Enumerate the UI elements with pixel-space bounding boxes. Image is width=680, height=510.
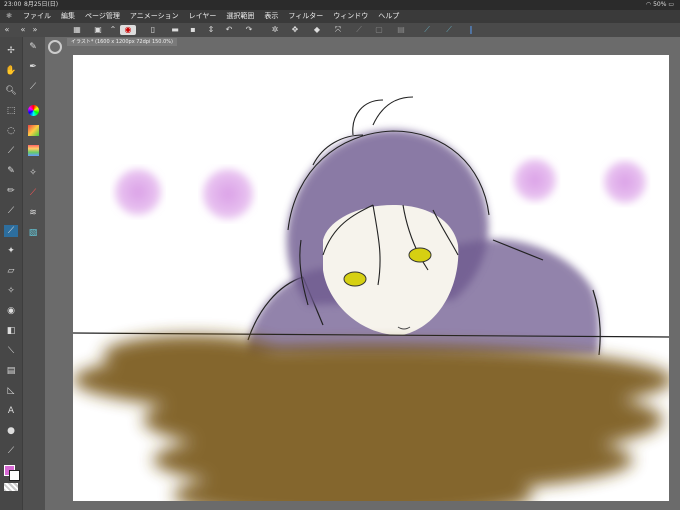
pen-icon[interactable]: ✎: [4, 165, 18, 177]
menu-filter[interactable]: フィルター: [283, 10, 328, 23]
grid-menu-icon[interactable]: ▦: [72, 25, 82, 35]
app-logo-icon[interactable]: ❃: [0, 10, 18, 23]
bokeh-dot-1: [115, 169, 161, 215]
brush-icon[interactable]: ⟋: [4, 205, 18, 217]
menu-page[interactable]: ページ管理: [80, 10, 125, 23]
drawing-canvas[interactable]: [73, 55, 669, 501]
menu-animation[interactable]: アニメーション: [125, 10, 184, 23]
bokeh-dot-2: [203, 169, 253, 219]
blend-icon[interactable]: ✧: [4, 285, 18, 297]
transparent-color-swatch[interactable]: [4, 483, 18, 491]
figure-icon[interactable]: ⟍: [4, 345, 18, 357]
sub-tool-column: ✎ ✒ ⟋ ✧ ⟋ ≋ ▧: [22, 37, 45, 510]
zoom-icon[interactable]: 🔍︎: [4, 85, 18, 97]
ruler-tool-icon[interactable]: ◺: [4, 385, 18, 397]
menu-file[interactable]: ファイル: [18, 10, 56, 23]
redo-icon[interactable]: ↷: [244, 25, 254, 35]
menu-layer[interactable]: レイヤー: [184, 10, 222, 23]
spinner-icon[interactable]: ✲: [270, 25, 280, 35]
zoom-dial-icon[interactable]: [48, 40, 62, 54]
window-icon[interactable]: ▣: [93, 25, 103, 35]
disabled-tool-icon-1: ⟋: [356, 25, 362, 34]
ruler-icon[interactable]: ⟋: [422, 25, 432, 35]
expand-right-icon[interactable]: »: [30, 25, 40, 35]
move-layer-icon[interactable]: ✢: [4, 45, 18, 57]
disabled-tool-icon-2: ▢: [375, 25, 383, 34]
airbrush-icon[interactable]: ⟋: [4, 225, 18, 237]
color-wheel-icon[interactable]: [28, 105, 39, 116]
sort-icon[interactable]: ⇕: [206, 25, 216, 35]
eyedropper-icon[interactable]: ⟋: [4, 145, 18, 157]
undo-icon[interactable]: ↶: [224, 25, 234, 35]
chevron-icon[interactable]: ⌃: [108, 25, 118, 35]
illustration: [73, 96, 669, 501]
decoration-icon[interactable]: ✦: [4, 245, 18, 257]
bokeh-dot-4: [604, 161, 646, 203]
open-folder-icon[interactable]: ▬: [170, 25, 180, 35]
document-tab[interactable]: イラスト* (1600 x 1200px 72dpi 150.0%): [67, 38, 177, 46]
menu-view[interactable]: 表示: [259, 10, 283, 23]
pen-pressure-icon[interactable]: ❙: [466, 25, 476, 35]
record-icon[interactable]: ◉: [120, 25, 136, 35]
hand-icon[interactable]: ✋: [4, 65, 18, 77]
dropper-sub-icon[interactable]: ✧: [26, 167, 40, 179]
sub-tool-pen-icon[interactable]: ✎: [26, 41, 40, 53]
table-surface: [73, 335, 669, 501]
menu-window[interactable]: ウィンドウ: [328, 10, 373, 23]
move-icon[interactable]: ✥: [290, 25, 300, 35]
new-file-icon[interactable]: ▯: [148, 25, 158, 35]
brush-guide-icon[interactable]: ⟋: [444, 25, 454, 35]
sub-tool-marker-icon[interactable]: ✒: [26, 61, 40, 73]
menu-help[interactable]: ヘルプ: [373, 10, 404, 23]
status-right: ◠ 50% ▭: [646, 0, 674, 10]
navigator-icon[interactable]: ▧: [26, 227, 40, 239]
gradient-icon[interactable]: ◧: [4, 325, 18, 337]
menu-selection[interactable]: 選択範囲: [221, 10, 259, 23]
balloon-icon[interactable]: ●: [4, 425, 18, 437]
sub-color-swatch[interactable]: [9, 470, 20, 481]
right-eye: [408, 247, 432, 263]
left-eye: [343, 271, 367, 287]
intermediate-color-icon[interactable]: [28, 125, 39, 136]
eraser-tool-icon[interactable]: ▱: [4, 265, 18, 277]
brush-size-icon[interactable]: ⟋: [26, 187, 40, 199]
layer-stack-icon[interactable]: ≋: [26, 207, 40, 219]
collapse-left-icon[interactable]: «: [2, 25, 12, 35]
ios-status-bar: 23:00 8月25日(日) ◠ 50% ▭: [0, 0, 680, 10]
command-bar: « « » ▦ ▣ ⌃ ◉ ▯ ▬ ▪ ⇕ ↶ ↷ ✲ ✥ ◆ ⤧ ⟋ ▢ ▤ …: [0, 23, 680, 58]
collapse-left-icon-2[interactable]: «: [18, 25, 28, 35]
text-icon[interactable]: A: [4, 405, 18, 417]
frame-icon[interactable]: ▤: [4, 365, 18, 377]
wifi-icon: ◠: [645, 1, 652, 8]
fill-icon[interactable]: ◉: [4, 305, 18, 317]
save-icon[interactable]: ▪: [188, 25, 198, 35]
status-time: 23:00: [4, 1, 22, 8]
status-date: 8月25日(日): [24, 1, 59, 8]
menu-bar: ❃ ファイル 編集 ページ管理 アニメーション レイヤー 選択範囲 表示 フィル…: [0, 10, 680, 23]
lasso-icon[interactable]: ◌: [4, 125, 18, 137]
battery-icon: ▭: [668, 1, 674, 8]
battery-level: 50%: [653, 1, 667, 8]
menu-edit[interactable]: 編集: [56, 10, 80, 23]
sub-tool-pencil-icon[interactable]: ⟋: [26, 81, 40, 93]
pencil-icon[interactable]: ✏: [4, 185, 18, 197]
transform-icon[interactable]: ⤧: [333, 25, 343, 35]
eraser-icon[interactable]: ◆: [312, 25, 322, 35]
disabled-tool-icon-3: ▤: [397, 25, 405, 34]
select-icon[interactable]: ⬚: [4, 105, 18, 117]
left-palette-column: ✢ ✋ 🔍︎ ⬚ ◌ ⟋ ✎ ✏ ⟋ ⟋ ✦ ▱ ✧ ◉ ◧ ⟍ ▤ ◺ A ●…: [0, 37, 22, 510]
correction-icon[interactable]: ⟋: [4, 445, 18, 457]
bokeh-dot-3: [514, 159, 556, 201]
color-set-icon[interactable]: [28, 145, 39, 156]
